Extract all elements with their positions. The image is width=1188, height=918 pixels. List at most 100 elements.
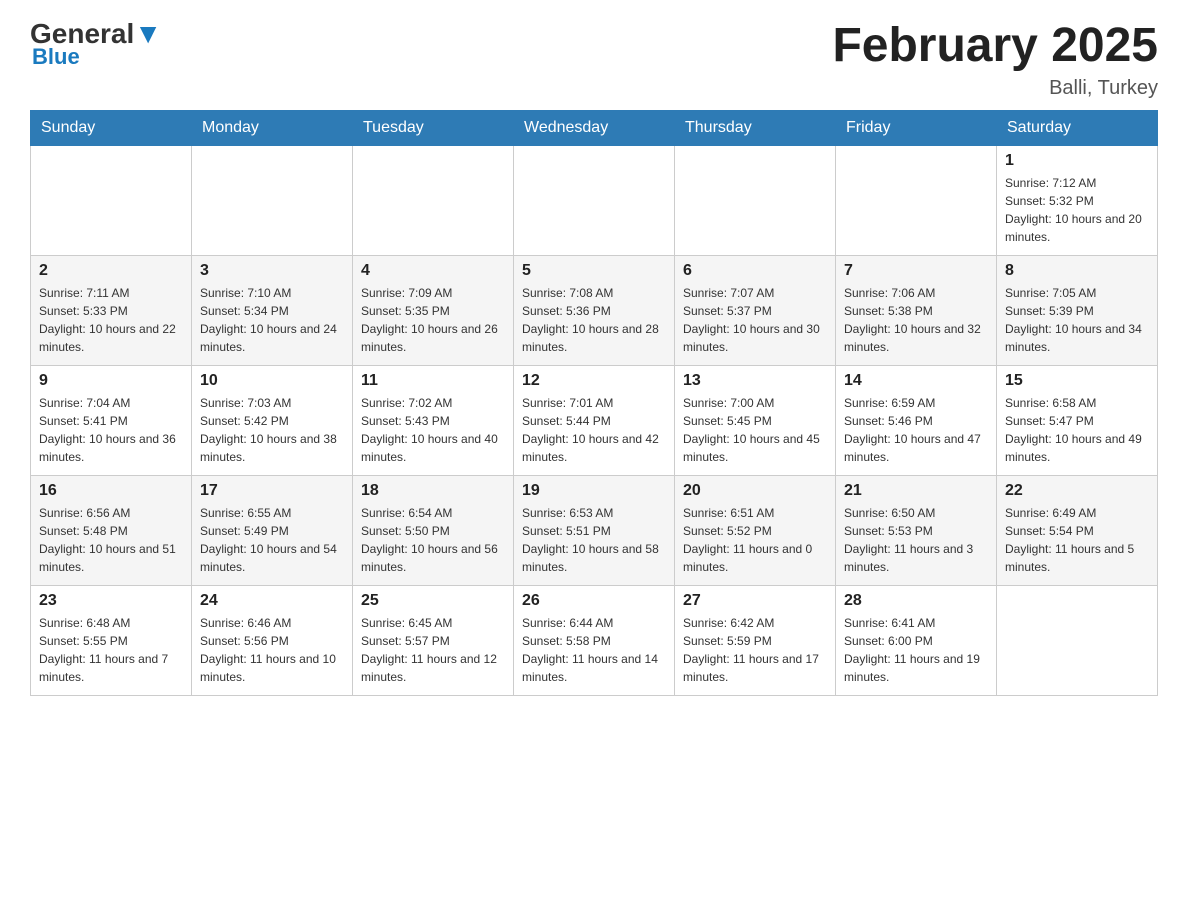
day-info: Sunrise: 7:10 AMSunset: 5:34 PMDaylight:… — [200, 284, 344, 356]
table-row: 16 Sunrise: 6:56 AMSunset: 5:48 PMDayligh… — [31, 475, 192, 585]
day-number: 17 — [200, 482, 344, 500]
day-number: 24 — [200, 592, 344, 610]
day-info: Sunrise: 6:53 AMSunset: 5:51 PMDaylight:… — [522, 504, 666, 576]
page-header: General▼ Blue February 2025 Balli, Turke… — [30, 20, 1158, 100]
table-row — [192, 145, 353, 255]
table-row: 21 Sunrise: 6:50 AMSunset: 5:53 PMDayligh… — [836, 475, 997, 585]
day-info: Sunrise: 6:51 AMSunset: 5:52 PMDaylight:… — [683, 504, 827, 576]
day-number: 18 — [361, 482, 505, 500]
table-row: 6 Sunrise: 7:07 AMSunset: 5:37 PMDaylight… — [675, 255, 836, 365]
day-number: 19 — [522, 482, 666, 500]
day-info: Sunrise: 7:11 AMSunset: 5:33 PMDaylight:… — [39, 284, 183, 356]
table-row: 13Sunrise: 7:00 AMSunset: 5:45 PMDayligh… — [675, 365, 836, 475]
day-info: Sunrise: 7:00 AMSunset: 5:45 PMDaylight:… — [683, 394, 827, 466]
header-saturday: Saturday — [997, 110, 1158, 145]
day-info: Sunrise: 6:41 AMSunset: 6:00 PMDaylight:… — [844, 614, 988, 686]
table-row: 9 Sunrise: 7:04 AMSunset: 5:41 PMDaylight… — [31, 365, 192, 475]
day-number: 1 — [1005, 152, 1149, 170]
calendar-week-row: 2 Sunrise: 7:11 AMSunset: 5:33 PMDaylight… — [31, 255, 1158, 365]
calendar-week-row: 9 Sunrise: 7:04 AMSunset: 5:41 PMDaylight… — [31, 365, 1158, 475]
day-info: Sunrise: 7:07 AMSunset: 5:37 PMDaylight:… — [683, 284, 827, 356]
day-info: Sunrise: 7:05 AMSunset: 5:39 PMDaylight:… — [1005, 284, 1149, 356]
day-info: Sunrise: 6:49 AMSunset: 5:54 PMDaylight:… — [1005, 504, 1149, 576]
day-info: Sunrise: 6:48 AMSunset: 5:55 PMDaylight:… — [39, 614, 183, 686]
day-number: 9 — [39, 372, 183, 390]
day-number: 6 — [683, 262, 827, 280]
calendar-week-row: 23 Sunrise: 6:48 AMSunset: 5:55 PMDayligh… — [31, 585, 1158, 695]
table-row: 4 Sunrise: 7:09 AMSunset: 5:35 PMDaylight… — [353, 255, 514, 365]
day-number: 28 — [844, 592, 988, 610]
day-number: 10 — [200, 372, 344, 390]
table-row — [675, 145, 836, 255]
logo-triangle-icon: ▼ — [134, 18, 162, 49]
calendar-table: Sunday Monday Tuesday Wednesday Thursday… — [30, 110, 1158, 696]
day-info: Sunrise: 6:55 AMSunset: 5:49 PMDaylight:… — [200, 504, 344, 576]
day-number: 4 — [361, 262, 505, 280]
month-title: February 2025 — [832, 20, 1158, 73]
table-row: 8 Sunrise: 7:05 AMSunset: 5:39 PMDaylight… — [997, 255, 1158, 365]
table-row: 15Sunrise: 6:58 AMSunset: 5:47 PMDayligh… — [997, 365, 1158, 475]
table-row: 27 Sunrise: 6:42 AMSunset: 5:59 PMDayligh… — [675, 585, 836, 695]
table-row: 11 Sunrise: 7:02 AMSunset: 5:43 PMDayligh… — [353, 365, 514, 475]
table-row: 1 Sunrise: 7:12 AMSunset: 5:32 PMDaylight… — [997, 145, 1158, 255]
day-number: 12 — [522, 372, 666, 390]
table-row: 2 Sunrise: 7:11 AMSunset: 5:33 PMDaylight… — [31, 255, 192, 365]
day-info: Sunrise: 6:42 AMSunset: 5:59 PMDaylight:… — [683, 614, 827, 686]
calendar-week-row: 16 Sunrise: 6:56 AMSunset: 5:48 PMDayligh… — [31, 475, 1158, 585]
logo-blue: Blue — [32, 44, 80, 70]
table-row: 20 Sunrise: 6:51 AMSunset: 5:52 PMDayligh… — [675, 475, 836, 585]
table-row: 19 Sunrise: 6:53 AMSunset: 5:51 PMDayligh… — [514, 475, 675, 585]
table-row: 7 Sunrise: 7:06 AMSunset: 5:38 PMDaylight… — [836, 255, 997, 365]
header-monday: Monday — [192, 110, 353, 145]
table-row — [31, 145, 192, 255]
table-row: 25 Sunrise: 6:45 AMSunset: 5:57 PMDayligh… — [353, 585, 514, 695]
header-wednesday: Wednesday — [514, 110, 675, 145]
day-number: 25 — [361, 592, 505, 610]
header-friday: Friday — [836, 110, 997, 145]
day-info: Sunrise: 7:08 AMSunset: 5:36 PMDaylight:… — [522, 284, 666, 356]
table-row: 22Sunrise: 6:49 AMSunset: 5:54 PMDayligh… — [997, 475, 1158, 585]
day-info: Sunrise: 7:01 AMSunset: 5:44 PMDaylight:… — [522, 394, 666, 466]
day-info: Sunrise: 6:59 AMSunset: 5:46 PMDaylight:… — [844, 394, 988, 466]
day-number: 2 — [39, 262, 183, 280]
day-number: 7 — [844, 262, 988, 280]
table-row: 28 Sunrise: 6:41 AMSunset: 6:00 PMDayligh… — [836, 585, 997, 695]
table-row: 26 Sunrise: 6:44 AMSunset: 5:58 PMDayligh… — [514, 585, 675, 695]
table-row: 5 Sunrise: 7:08 AMSunset: 5:36 PMDaylight… — [514, 255, 675, 365]
calendar-week-row: 1 Sunrise: 7:12 AMSunset: 5:32 PMDaylight… — [31, 145, 1158, 255]
day-info: Sunrise: 7:02 AMSunset: 5:43 PMDaylight:… — [361, 394, 505, 466]
table-row: 24 Sunrise: 6:46 AMSunset: 5:56 PMDayligh… — [192, 585, 353, 695]
day-number: 8 — [1005, 262, 1149, 280]
day-info: Sunrise: 6:50 AMSunset: 5:53 PMDaylight:… — [844, 504, 988, 576]
day-info: Sunrise: 6:45 AMSunset: 5:57 PMDaylight:… — [361, 614, 505, 686]
header-thursday: Thursday — [675, 110, 836, 145]
table-row: 3 Sunrise: 7:10 AMSunset: 5:34 PMDaylight… — [192, 255, 353, 365]
table-row: 17 Sunrise: 6:55 AMSunset: 5:49 PMDayligh… — [192, 475, 353, 585]
location: Balli, Turkey — [832, 77, 1158, 100]
day-info: Sunrise: 7:03 AMSunset: 5:42 PMDaylight:… — [200, 394, 344, 466]
day-info: Sunrise: 6:56 AMSunset: 5:48 PMDaylight:… — [39, 504, 183, 576]
day-number: 5 — [522, 262, 666, 280]
day-info: Sunrise: 7:06 AMSunset: 5:38 PMDaylight:… — [844, 284, 988, 356]
day-info: Sunrise: 7:12 AMSunset: 5:32 PMDaylight:… — [1005, 174, 1149, 246]
day-info: Sunrise: 7:04 AMSunset: 5:41 PMDaylight:… — [39, 394, 183, 466]
header-sunday: Sunday — [31, 110, 192, 145]
title-area: February 2025 Balli, Turkey — [832, 20, 1158, 100]
day-info: Sunrise: 6:54 AMSunset: 5:50 PMDaylight:… — [361, 504, 505, 576]
table-row — [514, 145, 675, 255]
day-number: 14 — [844, 372, 988, 390]
day-number: 20 — [683, 482, 827, 500]
day-info: Sunrise: 6:44 AMSunset: 5:58 PMDaylight:… — [522, 614, 666, 686]
weekday-header-row: Sunday Monday Tuesday Wednesday Thursday… — [31, 110, 1158, 145]
day-number: 23 — [39, 592, 183, 610]
day-info: Sunrise: 7:09 AMSunset: 5:35 PMDaylight:… — [361, 284, 505, 356]
day-info: Sunrise: 6:46 AMSunset: 5:56 PMDaylight:… — [200, 614, 344, 686]
day-number: 3 — [200, 262, 344, 280]
day-number: 11 — [361, 372, 505, 390]
table-row: 14 Sunrise: 6:59 AMSunset: 5:46 PMDayligh… — [836, 365, 997, 475]
day-number: 27 — [683, 592, 827, 610]
day-number: 21 — [844, 482, 988, 500]
day-number: 26 — [522, 592, 666, 610]
day-number: 16 — [39, 482, 183, 500]
table-row: 10 Sunrise: 7:03 AMSunset: 5:42 PMDayligh… — [192, 365, 353, 475]
